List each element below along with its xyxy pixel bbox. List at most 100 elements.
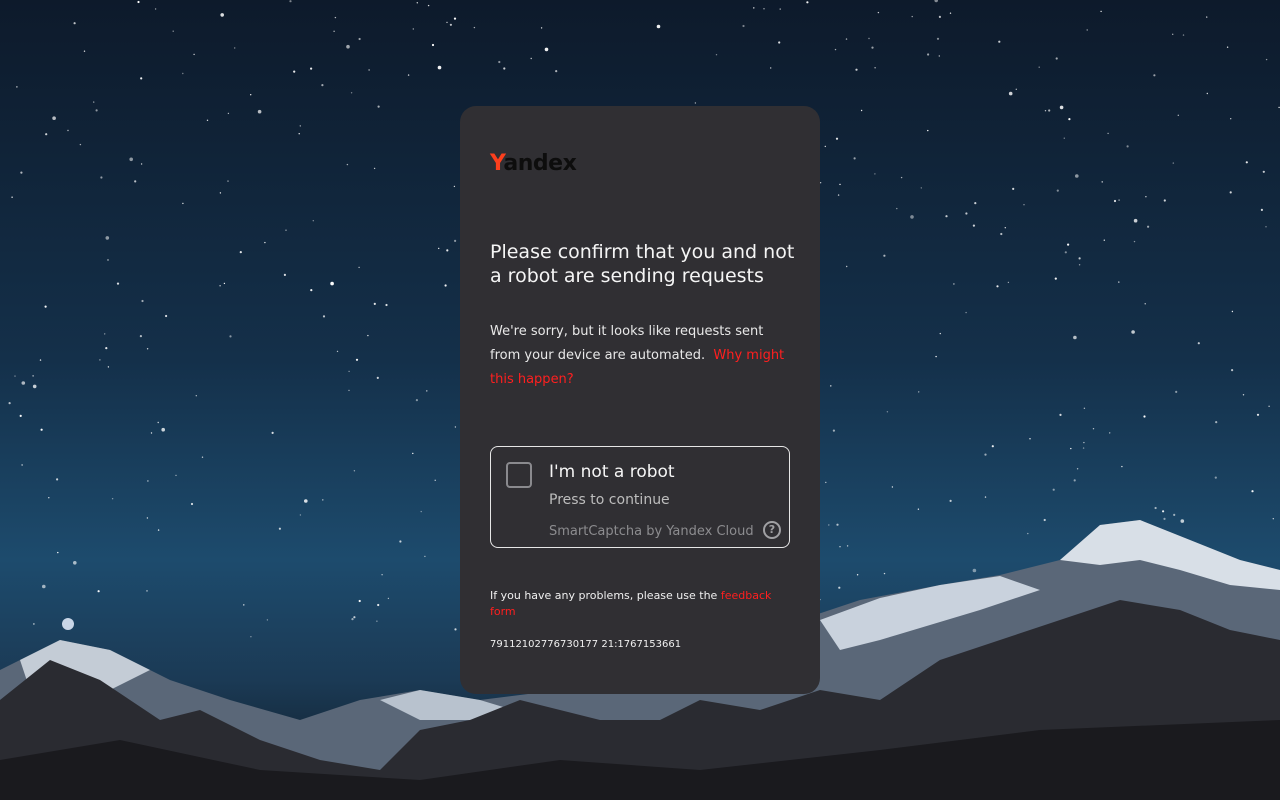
star	[834, 48, 837, 51]
star	[779, 8, 781, 10]
star	[350, 92, 353, 94]
star	[175, 474, 177, 477]
star	[1197, 342, 1200, 345]
star	[358, 599, 361, 603]
star	[424, 555, 426, 558]
star	[555, 70, 558, 73]
star	[40, 428, 43, 431]
star	[473, 26, 476, 29]
star	[927, 129, 929, 132]
star	[1251, 490, 1254, 493]
star	[920, 187, 922, 189]
star	[1230, 118, 1232, 120]
star	[1144, 303, 1146, 305]
star	[1067, 243, 1070, 246]
star	[373, 302, 376, 305]
star	[454, 628, 457, 631]
star	[1268, 405, 1270, 407]
star	[934, 0, 938, 3]
star	[938, 15, 942, 18]
star	[835, 137, 839, 140]
star	[1052, 488, 1055, 491]
star	[57, 551, 59, 554]
star	[172, 30, 174, 32]
star	[1245, 161, 1248, 164]
star	[134, 180, 137, 183]
star	[742, 24, 745, 28]
star	[219, 285, 221, 287]
star	[984, 496, 987, 498]
star	[426, 390, 428, 392]
star	[346, 163, 349, 166]
star	[1118, 281, 1120, 283]
star	[438, 247, 440, 250]
star	[250, 94, 252, 96]
star	[437, 65, 442, 70]
star	[336, 350, 339, 353]
not-a-robot-checkbox[interactable]	[506, 462, 532, 488]
star	[1226, 46, 1229, 48]
star	[1147, 225, 1150, 228]
star	[877, 11, 880, 14]
star	[20, 171, 23, 174]
star	[195, 395, 197, 397]
star	[385, 303, 388, 307]
help-icon[interactable]: ?	[763, 521, 781, 539]
description-text: We're sorry, but it looks like requests …	[490, 320, 795, 392]
star	[227, 112, 230, 115]
star	[73, 561, 77, 565]
page-title: Please confirm that you and not a robot …	[490, 241, 795, 287]
star	[1107, 132, 1109, 135]
star	[1180, 519, 1185, 523]
star	[1076, 468, 1079, 470]
star	[264, 241, 266, 244]
smartcaptcha-widget[interactable]: I'm not a robot Press to continue SmartC…	[490, 446, 790, 548]
star	[100, 176, 103, 179]
star	[1214, 476, 1217, 479]
star	[44, 305, 47, 308]
star	[860, 109, 863, 112]
star	[778, 41, 781, 44]
star	[373, 167, 376, 170]
star	[387, 597, 390, 600]
star	[1023, 204, 1025, 206]
request-id: 79112102776730177 21:1767153661	[490, 639, 682, 650]
star	[1068, 118, 1071, 121]
star	[972, 224, 976, 227]
star	[154, 8, 157, 10]
captcha-label: I'm not a robot	[549, 462, 675, 482]
star	[991, 445, 994, 448]
star	[832, 429, 836, 432]
star	[927, 53, 930, 56]
star	[299, 514, 302, 516]
star	[161, 427, 165, 432]
star	[853, 157, 856, 160]
star	[95, 109, 98, 112]
star	[1118, 199, 1120, 201]
star	[1056, 189, 1059, 192]
star	[322, 315, 326, 318]
star	[1015, 88, 1017, 91]
star	[129, 157, 133, 162]
star	[965, 212, 968, 215]
star	[453, 17, 457, 20]
star	[1162, 510, 1165, 513]
star	[874, 173, 876, 175]
star	[503, 67, 506, 70]
star	[1153, 74, 1156, 77]
yandex-logo[interactable]: Yandex	[490, 150, 577, 178]
star	[243, 604, 245, 606]
star	[806, 1, 809, 4]
star	[540, 27, 543, 29]
star	[1172, 162, 1175, 164]
star	[21, 381, 26, 385]
star	[223, 282, 226, 285]
star	[896, 207, 898, 210]
star	[453, 185, 456, 188]
star	[891, 486, 894, 488]
star	[377, 603, 380, 607]
star	[1012, 187, 1015, 190]
star	[974, 202, 977, 205]
star	[271, 431, 274, 434]
star	[348, 389, 350, 392]
